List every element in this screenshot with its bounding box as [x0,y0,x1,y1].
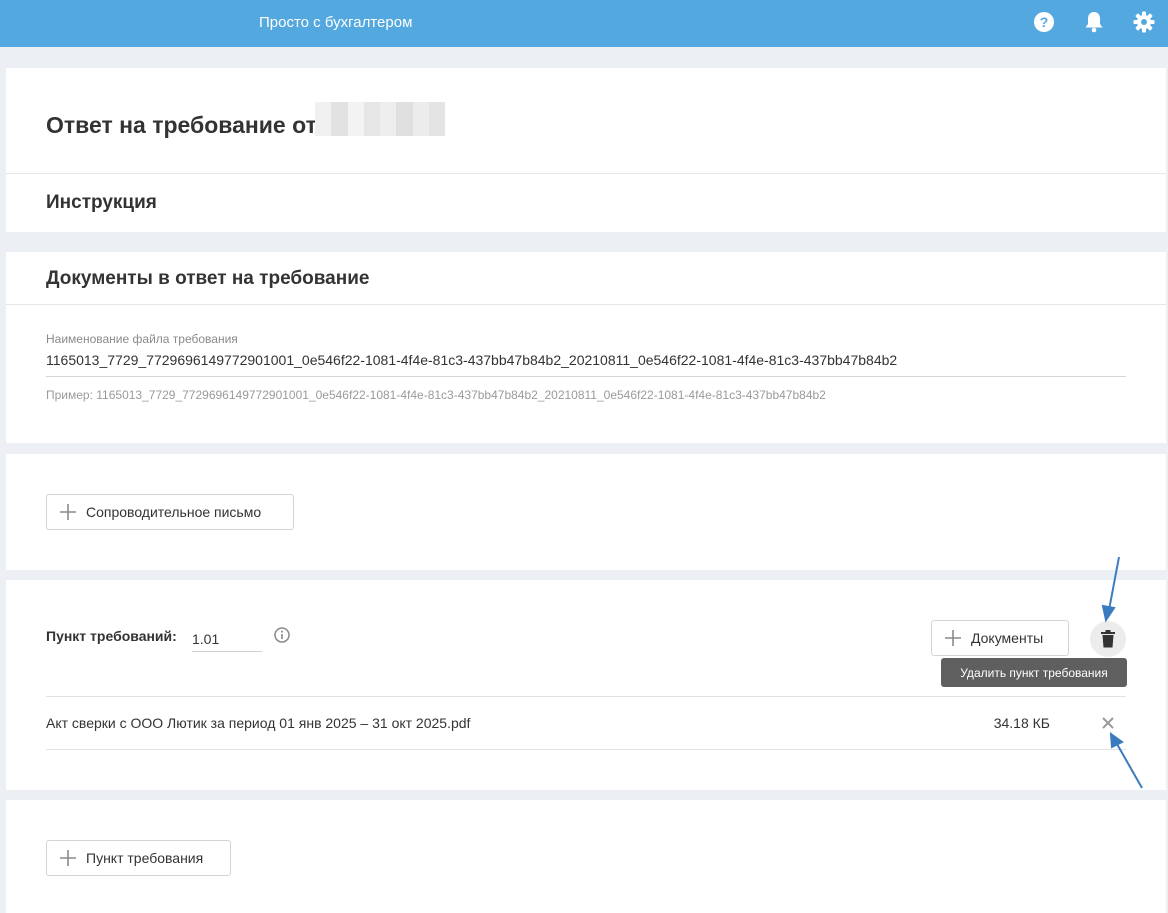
top-bar: Просто с бухгалтером ? [0,0,1168,47]
page-title: Ответ на требование от [46,112,317,138]
attached-file-size: 34.18 КБ [993,715,1050,731]
plus-icon [60,850,76,866]
app-title[interactable]: Просто с бухгалтером [259,14,412,31]
divider [46,696,1126,697]
requirement-item-label: Пункт требований: [46,628,177,644]
file-name-label: Наименование файла требования [46,332,238,346]
add-documents-button[interactable]: Документы [931,620,1069,656]
documents-card: Документы в ответ на требование Наименов… [6,252,1166,443]
file-name-input[interactable]: 1165013_7729_7729696149772901001_0e546f2… [46,352,1126,368]
add-requirement-item-button[interactable]: Пункт требования [46,840,231,876]
info-icon[interactable] [274,627,290,643]
close-icon[interactable] [1100,715,1116,731]
gear-icon[interactable] [1133,11,1155,33]
cover-letter-card: Сопроводительное письмо [6,454,1166,570]
bell-icon[interactable] [1083,11,1105,33]
documents-heading: Документы в ответ на требование [46,268,370,289]
plus-icon [60,504,76,520]
requirement-item-card: Пункт требований: Документы Удалить пунк… [6,580,1166,790]
svg-text:?: ? [1040,14,1049,30]
add-documents-label: Документы [971,630,1044,646]
delete-requirement-tooltip: Удалить пункт требования [941,658,1127,687]
header-card: Ответ на требование от Инструкция [6,68,1166,232]
add-item-card: Пункт требования [6,800,1166,913]
help-icon[interactable]: ? [1033,11,1055,33]
add-requirement-item-label: Пункт требования [86,850,204,866]
add-cover-letter-button[interactable]: Сопроводительное письмо [46,494,294,530]
divider [6,173,1166,174]
instruction-heading[interactable]: Инструкция [46,192,157,214]
requirement-item-input[interactable] [192,626,262,652]
file-name-underline [46,376,1126,377]
file-name-hint: Пример: 1165013_7729_7729696149772901001… [46,388,826,402]
divider [6,304,1166,305]
redacted-name [315,102,445,136]
add-cover-letter-label: Сопроводительное письмо [86,504,262,520]
delete-requirement-button[interactable] [1090,621,1126,657]
trash-icon [1101,630,1115,648]
attached-file-name[interactable]: Акт сверки с ООО Лютик за период 01 янв … [46,715,470,731]
divider [46,749,1126,750]
plus-icon [945,630,961,646]
